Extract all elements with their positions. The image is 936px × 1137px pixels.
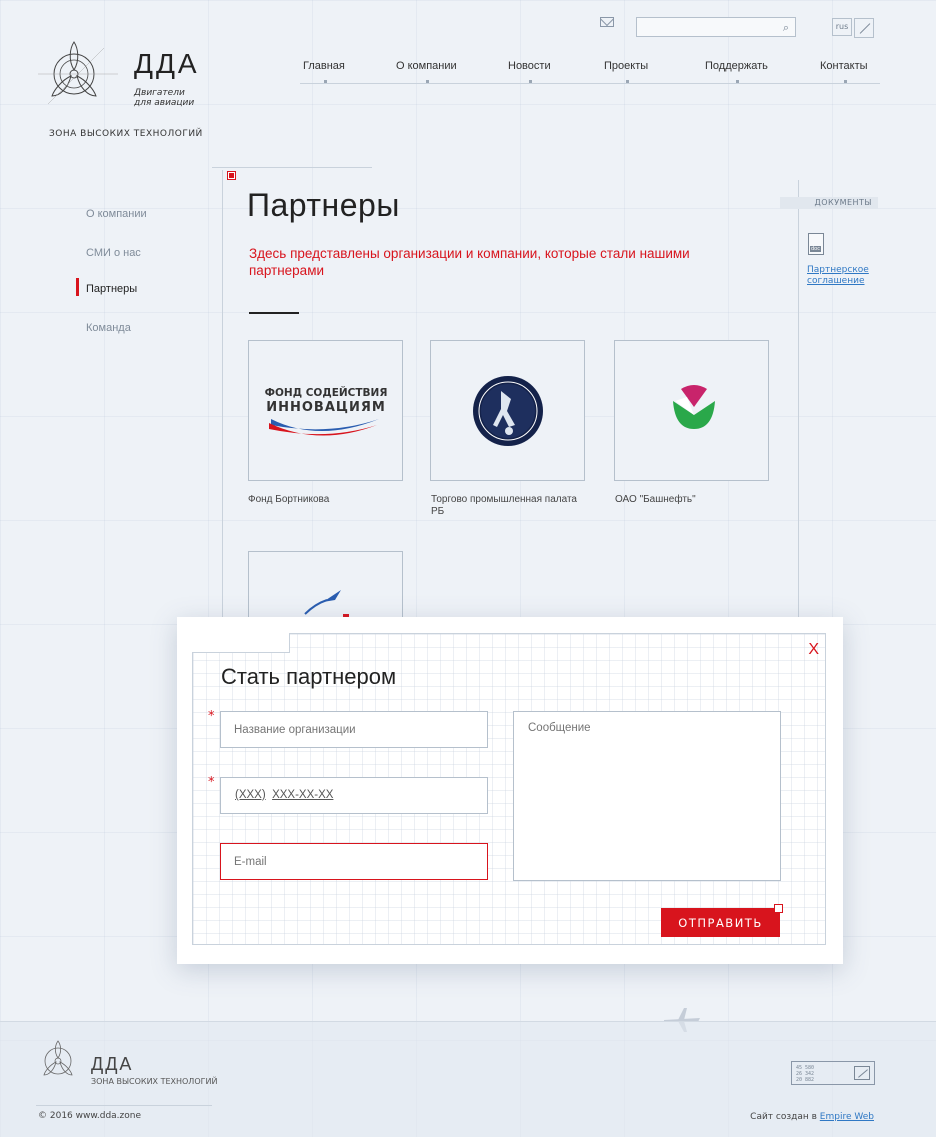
doc-file-icon[interactable] [808, 233, 824, 255]
section-marker [227, 171, 236, 180]
phone-field[interactable]: (XXX) XXX-XX-XX [220, 777, 488, 814]
expand-icon[interactable] [854, 18, 874, 38]
fund-logo: ФОНД СОДЕЙСТВИЯ ИННОВАЦИЯМ [265, 386, 388, 436]
footer-logo-title: ДДА [91, 1054, 134, 1074]
content-divider-vertical [222, 170, 223, 620]
sidebar-item-team[interactable]: Команда [86, 322, 131, 334]
nav-item-news[interactable]: Новости [508, 60, 551, 83]
become-partner-modal: X Стать партнером * * (XXX) XXX-XX-XX ОТ… [177, 617, 843, 964]
main-nav: Главная О компании Новости Проекты Подде… [300, 60, 880, 84]
sidebar-item-media[interactable]: СМИ о нас [86, 247, 141, 259]
propeller-logo-icon [38, 41, 118, 105]
modal-corner-tab [192, 633, 290, 653]
language-switch[interactable]: rus [832, 18, 852, 36]
submit-button[interactable]: ОТПРАВИТЬ [661, 904, 783, 937]
partner-card-aviation[interactable] [248, 551, 403, 621]
partner-label-bashneft[interactable]: ОАО "Башнефть" [615, 494, 775, 506]
copyright: © 2016 www.dda.zone [38, 1111, 142, 1121]
search-box[interactable]: ⌕ [636, 17, 796, 40]
nav-item-projects[interactable]: Проекты [604, 60, 648, 83]
partner-card-bashneft[interactable] [614, 340, 769, 481]
fund-logo-line2: ИННОВАЦИЯМ [266, 400, 386, 415]
aviation-logo [304, 590, 349, 617]
nav-item-about[interactable]: О компании [396, 60, 457, 83]
close-icon[interactable]: X [808, 641, 819, 659]
org-name-input[interactable] [221, 712, 487, 747]
partner-card-chamber[interactable] [430, 340, 585, 481]
nav-item-home[interactable]: Главная [303, 60, 345, 83]
page-title: Партнеры [247, 187, 400, 223]
partner-agreement-link[interactable]: Партнерское соглашение [807, 265, 877, 287]
chamber-logo [473, 376, 543, 446]
partner-card-fund[interactable]: ФОНД СОДЕЙСТВИЯ ИННОВАЦИЯМ [248, 340, 403, 481]
badge-text: 45 580 26 342 20 882 [796, 1065, 814, 1083]
footer-rule [36, 1105, 212, 1106]
title-underline [249, 312, 299, 314]
page-description: Здесь представлены организации и компани… [249, 246, 690, 278]
badge-line-3: 20 882 [796, 1077, 815, 1083]
phone-code-mask: (XXX) [235, 789, 266, 801]
email-input[interactable] [221, 844, 487, 879]
required-marker-phone: * [208, 775, 215, 790]
empire-web-badge[interactable]: 45 580 26 342 20 882 [791, 1061, 875, 1085]
search-input[interactable] [637, 21, 795, 40]
footer-logo-tagline: ЗОНА ВЫСОКИХ ТЕХНОЛОГИЙ [91, 1077, 218, 1086]
arrow-icon [854, 1066, 870, 1080]
sidebar-item-partners[interactable]: Партнеры [86, 283, 137, 295]
bashneft-logo [673, 385, 715, 429]
docs-divider [798, 180, 799, 620]
message-textarea[interactable] [514, 712, 780, 880]
sidebar-active-indicator [76, 278, 79, 296]
partner-label-fund[interactable]: Фонд Бортникова [248, 494, 408, 506]
documents-heading: ДОКУМЕНТЫ [780, 197, 878, 209]
phone-number-mask: XXX-XX-XX [272, 789, 334, 801]
fund-logo-line1: ФОНД СОДЕЙСТВИЯ [265, 386, 388, 399]
phone-mask: (XXX) XXX-XX-XX [235, 789, 333, 801]
credits: Сайт создан в Empire Web [750, 1112, 874, 1122]
partner-label-chamber[interactable]: Торгово промышленная палата РБ [431, 494, 591, 518]
footer-propeller-icon[interactable] [37, 1040, 79, 1082]
logo-tagline: ЗОНА ВЫСОКИХ ТЕХНОЛОГИЙ [49, 129, 203, 139]
empire-web-link[interactable]: Empire Web [820, 1112, 874, 1122]
modal-title: Стать партнером [221, 664, 397, 689]
email-field[interactable] [220, 843, 488, 880]
search-icon[interactable]: ⌕ [783, 21, 789, 35]
content-divider [212, 167, 372, 168]
mail-icon[interactable] [600, 17, 614, 27]
org-name-field[interactable] [220, 711, 488, 748]
sidebar-item-about[interactable]: О компании [86, 208, 147, 220]
nav-item-support[interactable]: Поддержать [705, 60, 768, 83]
background-grid [0, 0, 936, 1137]
logo-title: ДДА [134, 48, 200, 79]
required-marker-org: * [208, 709, 215, 724]
logo-subtitle: Двигатели для авиации [134, 88, 195, 108]
nav-item-contacts[interactable]: Контакты [820, 60, 868, 83]
message-field[interactable] [513, 711, 781, 881]
top-utilities [600, 17, 614, 27]
credits-prefix: Сайт создан в [750, 1112, 820, 1122]
